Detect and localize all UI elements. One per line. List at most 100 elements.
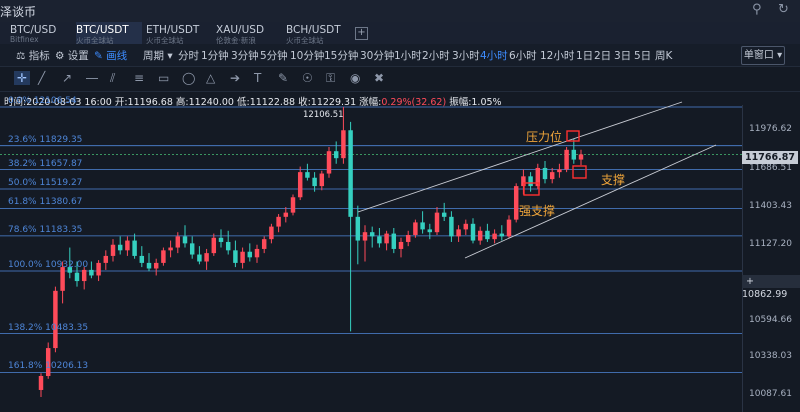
candle-body [204, 253, 209, 262]
triangle-icon[interactable]: △ [206, 71, 215, 85]
candle-body [513, 186, 519, 220]
magnet-icon[interactable]: ☉ [302, 71, 313, 85]
timeframe-option[interactable]: 6小时 [509, 48, 537, 63]
ohlc-info-line: 时间:2020-08-03 16:00 开:11196.68 高:11240.0… [4, 94, 502, 108]
candle-body [333, 151, 339, 159]
candle-body [132, 240, 137, 256]
search-icon[interactable]: ⚲ [752, 2, 762, 17]
chevron-down-icon: ▾ [167, 50, 173, 62]
amplitude-label: 振幅: [449, 97, 472, 108]
candle-body [420, 222, 425, 230]
add-tab-button[interactable]: + [355, 27, 368, 40]
candle-body [384, 233, 389, 244]
change-value: 0.29%(32.62) [381, 97, 447, 108]
timeframe-option[interactable]: 1分钟 [201, 48, 229, 63]
rectangle-icon[interactable]: ▭ [158, 71, 169, 85]
candle-body [571, 149, 577, 160]
ray-icon[interactable]: ↗ [62, 71, 72, 85]
hover-price-tag[interactable]: +10862.99 [742, 275, 800, 300]
candle-body [413, 222, 418, 235]
draw-label: 画线 [106, 50, 128, 62]
candle-body [60, 267, 65, 291]
close-label: 收: [298, 97, 311, 108]
fib-level-label: 78.6% 11183.35 [8, 225, 83, 235]
timeframe-option[interactable]: 15分钟 [324, 48, 358, 63]
fib-level-label: 161.8% 10206.13 [8, 361, 89, 371]
timeframe-option[interactable]: 10分钟 [290, 48, 324, 63]
candle-body [528, 176, 533, 187]
fib-level-label: 38.2% 11657.87 [8, 159, 83, 169]
candle-body [103, 255, 109, 263]
timeframe-option[interactable]: 周K [655, 48, 672, 63]
candle-body [434, 212, 440, 233]
candle-body [542, 167, 548, 180]
timeframe-option[interactable]: 5日 [634, 48, 651, 63]
refresh-icon[interactable]: ↻ [778, 2, 789, 17]
hover-price-value: 10862.99 [742, 289, 788, 300]
candle-body [549, 172, 555, 180]
support-marker [572, 165, 587, 179]
timeframe-option[interactable]: 1日 [576, 48, 593, 63]
timeframe-option[interactable]: 5分钟 [260, 48, 288, 63]
change-label: 涨幅: [359, 97, 382, 108]
candle-body [96, 262, 101, 276]
candle-body [261, 239, 267, 249]
candle-body [441, 212, 447, 217]
price-tick-label: 11403.43 [749, 201, 792, 211]
period-select[interactable]: 周期 ▾ [143, 48, 173, 63]
candle-body [125, 240, 130, 251]
candle-body [355, 216, 361, 241]
parallel-channel-icon[interactable]: ⫽ [110, 71, 115, 86]
candle-body [139, 255, 145, 263]
candle-body [362, 232, 368, 241]
trash-icon[interactable]: ✖ [374, 71, 384, 85]
timeframe-option[interactable]: 3日 [614, 48, 631, 63]
candle-body [578, 154, 584, 160]
timeframe-option[interactable]: 3分钟 [231, 48, 259, 63]
channel-upper-line [357, 101, 683, 213]
line-icon[interactable]: ╱ [38, 71, 45, 85]
fibonacci-icon[interactable]: ≡ [134, 71, 144, 85]
tab-btc-usdt[interactable]: BTC/USDT 火币全球站 [76, 22, 142, 45]
crosshair-icon[interactable]: ✛ [14, 71, 31, 85]
candle-body [369, 232, 375, 237]
price-tick-label: 11127.20 [749, 239, 792, 249]
timeframe-option[interactable]: 30分钟 [360, 48, 394, 63]
low-label: 低: [237, 97, 250, 108]
draw-button[interactable]: ✎ 画线 [94, 48, 127, 63]
lock-icon[interactable]: ⚿ [326, 71, 335, 86]
open-label: 开: [114, 97, 128, 108]
tab-bch-usdt[interactable]: BCH/USDT 火币全球站 [286, 22, 352, 45]
tab-eth-usdt[interactable]: ETH/USDT 火币全球站 [146, 22, 212, 45]
add-alert-icon[interactable]: + [742, 275, 758, 288]
indicator-button[interactable]: ⚖ 指标 [16, 48, 50, 63]
price-tick-label: 10594.66 [749, 315, 792, 325]
timeframe-option[interactable]: 分时 [178, 48, 199, 63]
timeframe-option[interactable]: 3小时 [452, 48, 480, 63]
candle-body [341, 130, 346, 159]
timeframe-option[interactable]: 1小时 [394, 48, 422, 63]
text-icon[interactable]: T [254, 71, 261, 85]
ellipse-icon[interactable]: ◯ [182, 71, 195, 85]
settings-button[interactable]: ⚙ 设置 [55, 48, 89, 63]
pencil-icon[interactable]: ✎ [278, 71, 288, 85]
candle-body [470, 223, 476, 241]
candle-body [81, 269, 87, 282]
candle-body [449, 216, 454, 237]
timeframe-option[interactable]: 12小时 [540, 48, 574, 63]
horizontal-line-icon[interactable]: ― [86, 71, 98, 85]
candle-body [218, 237, 224, 242]
tab-btc-usd[interactable]: BTC/USD Bitfinex [10, 22, 72, 44]
candle-body [499, 233, 505, 237]
timeframe-option[interactable]: 2日 [594, 48, 611, 63]
fib-level-label: 0.0% 12106.54 [8, 96, 77, 106]
candlestick-chart[interactable] [0, 92, 800, 412]
eye-icon[interactable]: ◉ [350, 71, 360, 85]
window-mode-select[interactable]: 单窗口 ▾ [741, 46, 785, 65]
arrow-icon[interactable]: ➔ [230, 71, 240, 85]
timeframe-option[interactable]: 4小时 [480, 48, 508, 63]
candle-body [326, 151, 332, 174]
tab-xau-usd[interactable]: XAU/USD 伦敦金·新浪 [216, 22, 282, 45]
timeframe-option[interactable]: 2小时 [422, 48, 450, 63]
indicator-label: 指标 [28, 50, 50, 62]
